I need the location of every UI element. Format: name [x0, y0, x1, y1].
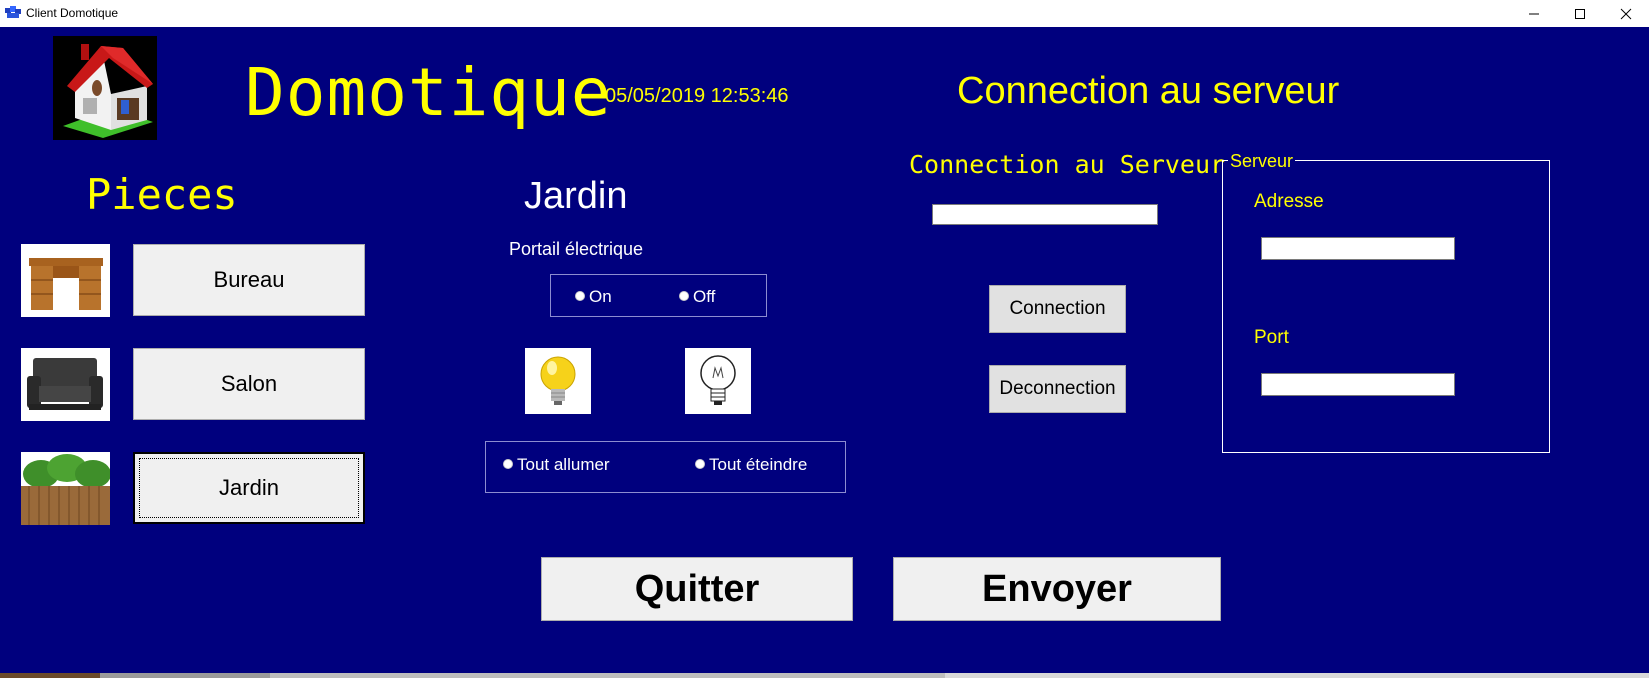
window-title: Client Domotique — [26, 6, 119, 20]
house-logo-icon — [53, 36, 157, 140]
port-field[interactable] — [1261, 373, 1455, 396]
close-icon[interactable] — [1603, 0, 1649, 27]
datetime-label: 05/05/2019 12:53:46 — [605, 85, 789, 107]
connection-status-field[interactable] — [932, 204, 1158, 225]
quit-button[interactable]: Quitter — [541, 557, 853, 621]
room-title: Jardin — [524, 175, 628, 217]
connect-button[interactable]: Connection — [989, 285, 1126, 333]
title-bar: Client Domotique — [0, 0, 1649, 27]
port-label: Port — [1254, 327, 1289, 348]
sofa-icon — [21, 348, 110, 421]
address-field[interactable] — [1261, 237, 1455, 260]
disconnect-button[interactable]: Deconnection — [989, 365, 1126, 413]
gate-label: Portail électrique — [509, 239, 644, 259]
connection-title: Connection au serveur — [957, 70, 1340, 112]
desk-icon — [21, 244, 110, 317]
room-button-salon[interactable]: Salon — [133, 348, 365, 420]
minimize-icon[interactable] — [1511, 0, 1557, 27]
taskbar-strip — [0, 673, 1649, 678]
bulb-on-icon[interactable] — [525, 348, 591, 414]
send-button[interactable]: Envoyer — [893, 557, 1221, 621]
garden-icon — [21, 452, 110, 525]
server-legend: Serveur — [1228, 150, 1296, 172]
app-heading: Domotique — [245, 54, 612, 131]
bulb-off-icon[interactable] — [685, 348, 751, 414]
connection-heading: Connection au Serveur — [909, 150, 1226, 179]
room-button-label: Bureau — [213, 267, 285, 292]
room-button-bureau[interactable]: Bureau — [133, 244, 365, 316]
room-button-label: Salon — [220, 371, 278, 396]
app-icon — [5, 5, 21, 21]
room-button-jardin[interactable]: Jardin — [133, 452, 365, 524]
address-label: Adresse — [1254, 191, 1324, 212]
rooms-heading: Pieces — [86, 170, 238, 219]
maximize-icon[interactable] — [1557, 0, 1603, 27]
